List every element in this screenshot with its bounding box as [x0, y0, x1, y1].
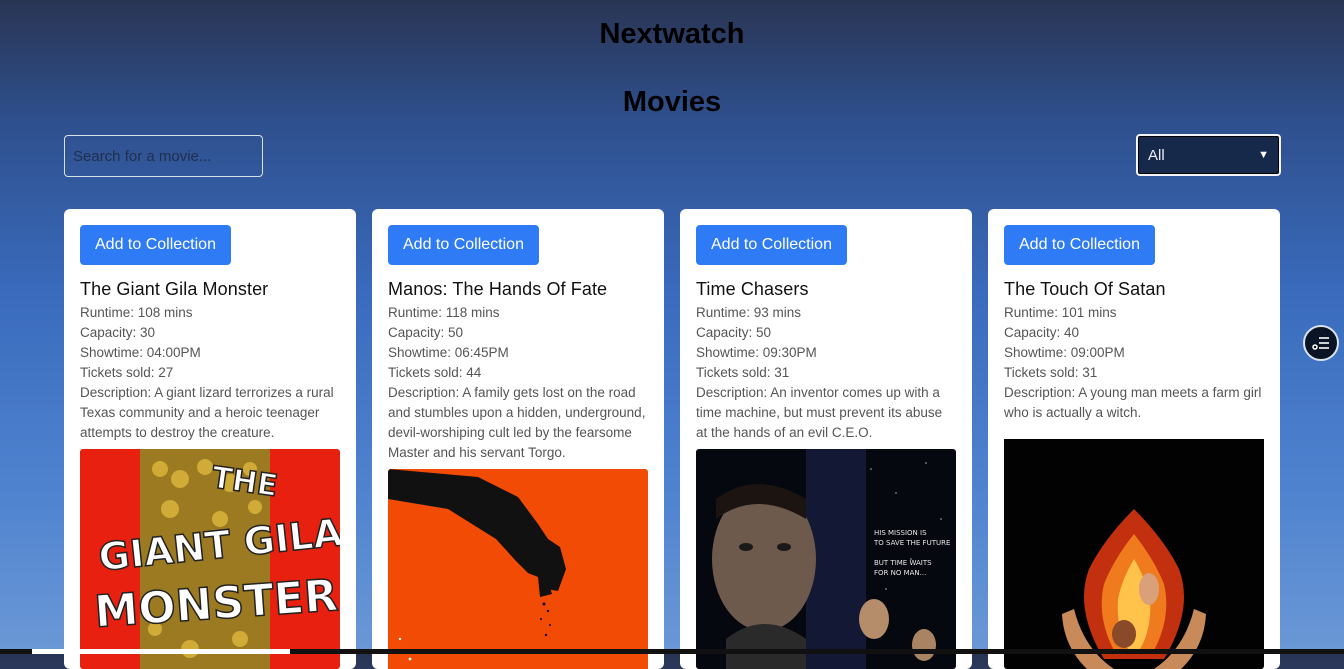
movie-title: Manos: The Hands Of Fate: [388, 279, 608, 299]
movie-runtime: Runtime: 101 mins: [1004, 305, 1117, 320]
add-to-collection-button[interactable]: Add to Collection: [80, 225, 231, 265]
movie-tickets-sold: Tickets sold: 31: [1004, 365, 1098, 380]
add-to-collection-button[interactable]: Add to Collection: [696, 225, 847, 265]
movie-poster: THE GIANT GILA MONSTER: [80, 449, 340, 669]
movie-card: Add to Collection Time Chasers Runtime: …: [680, 209, 972, 669]
add-to-collection-button[interactable]: Add to Collection: [388, 225, 539, 265]
movie-showtime: Showtime: 04:00PM: [80, 345, 201, 360]
filter-selected-value: All: [1148, 146, 1165, 164]
movie-description: Description: A young man meets a farm gi…: [1004, 385, 1262, 420]
accessibility-menu-button[interactable]: [1303, 325, 1339, 361]
movie-poster: HIS MISSION IS TO SAVE THE FUTURE BUT TI…: [696, 449, 956, 669]
movie-capacity: Capacity: 50: [696, 325, 772, 340]
movie-tickets-sold: Tickets sold: 31: [696, 365, 790, 380]
movie-card: Add to Collection The Giant Gila Monster…: [64, 209, 356, 669]
movie-capacity: Capacity: 50: [388, 325, 464, 340]
search-input[interactable]: [64, 135, 263, 177]
movie-title: Time Chasers: [696, 279, 809, 299]
page-title: Movies: [622, 86, 722, 118]
scrollbar-thumb[interactable]: [32, 649, 290, 654]
poster-tagline: FOR NO MAN...: [874, 569, 926, 577]
movie-runtime: Runtime: 93 mins: [696, 305, 802, 320]
movie-title: The Touch Of Satan: [1004, 279, 1166, 299]
chevron-down-icon: ▼: [1258, 149, 1269, 161]
poster-tagline: TO SAVE THE FUTURE: [873, 539, 950, 547]
poster-tagline: BUT TIME WAITS: [874, 559, 932, 567]
movie-runtime: Runtime: 118 mins: [388, 305, 500, 320]
movie-capacity: Capacity: 30: [80, 325, 156, 340]
movie-runtime: Runtime: 108 mins: [80, 305, 193, 320]
movie-description: Description: A giant lizard terrorizes a…: [80, 385, 334, 440]
settings-list-icon: [1312, 337, 1329, 350]
movie-capacity: Capacity: 40: [1004, 325, 1080, 340]
site-title: Nextwatch: [599, 18, 745, 50]
movie-card: Add to Collection Manos: The Hands Of Fa…: [372, 209, 664, 669]
movie-card: Add to Collection The Touch Of Satan Run…: [988, 209, 1280, 669]
movie-description: Description: An inventor comes up with a…: [696, 385, 943, 440]
movie-showtime: Showtime: 06:45PM: [388, 345, 509, 360]
movie-showtime: Showtime: 09:00PM: [1004, 345, 1125, 360]
poster-tagline: HIS MISSION IS: [874, 529, 927, 537]
movie-tickets-sold: Tickets sold: 27: [80, 365, 174, 380]
genre-filter-select[interactable]: All ▼: [1136, 134, 1281, 176]
horizontal-scrollbar[interactable]: [0, 649, 1344, 654]
movie-tickets-sold: Tickets sold: 44: [388, 365, 482, 380]
add-to-collection-button[interactable]: Add to Collection: [1004, 225, 1155, 265]
movie-title: The Giant Gila Monster: [80, 279, 269, 299]
movie-poster: [388, 469, 648, 669]
movie-showtime: Showtime: 09:30PM: [696, 345, 817, 360]
movie-description: Description: A family gets lost on the r…: [388, 385, 646, 460]
movie-poster: [1004, 439, 1264, 669]
